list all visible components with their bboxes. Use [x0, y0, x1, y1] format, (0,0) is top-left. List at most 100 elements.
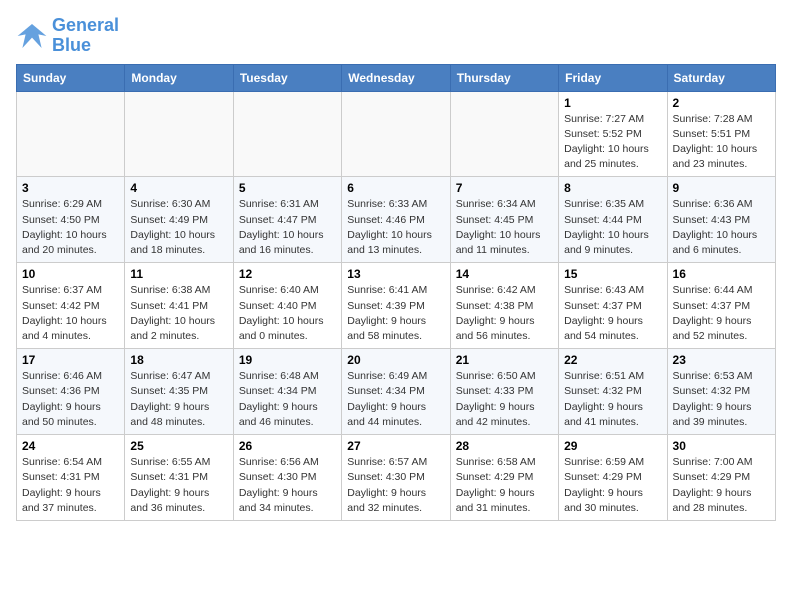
- day-number: 15: [564, 267, 661, 281]
- calendar-cell: 24 Sunrise: 6:54 AM Sunset: 4:31 PM Dayli…: [17, 435, 125, 521]
- week-row-3: 10 Sunrise: 6:37 AM Sunset: 4:42 PM Dayli…: [17, 263, 776, 349]
- weekday-header-saturday: Saturday: [667, 64, 775, 91]
- calendar-cell: 27 Sunrise: 6:57 AM Sunset: 4:30 PM Dayli…: [342, 435, 450, 521]
- weekday-header-sunday: Sunday: [17, 64, 125, 91]
- day-info: Sunrise: 6:42 AM Sunset: 4:38 PM Dayligh…: [456, 283, 553, 344]
- calendar-cell: 15Sunrise: 6:43 AM Sunset: 4:37 PM Dayli…: [559, 263, 667, 349]
- day-number: 11: [130, 267, 227, 281]
- calendar-cell: 1 Sunrise: 7:27 AM Sunset: 5:52 PM Daylig…: [559, 91, 667, 177]
- calendar-cell: 11 Sunrise: 6:38 AM Sunset: 4:41 PM Dayli…: [125, 263, 233, 349]
- calendar-cell: [17, 91, 125, 177]
- day-number: 8: [564, 181, 661, 195]
- calendar-cell: 13 Sunrise: 6:41 AM Sunset: 4:39 PM Dayli…: [342, 263, 450, 349]
- day-number: 13: [347, 267, 444, 281]
- day-number: 2: [673, 96, 770, 110]
- day-number: 5: [239, 181, 336, 195]
- calendar-body: 1 Sunrise: 7:27 AM Sunset: 5:52 PM Daylig…: [17, 91, 776, 520]
- day-number: 22: [564, 353, 661, 367]
- calendar-cell: 22 Sunrise: 6:51 AM Sunset: 4:32 PM Dayli…: [559, 349, 667, 435]
- calendar-cell: 29 Sunrise: 6:59 AM Sunset: 4:29 PM Dayli…: [559, 435, 667, 521]
- day-number: 23: [673, 353, 770, 367]
- weekday-header-monday: Monday: [125, 64, 233, 91]
- logo: General Blue: [16, 16, 119, 56]
- day-number: 18: [130, 353, 227, 367]
- calendar-cell: 6 Sunrise: 6:33 AM Sunset: 4:46 PM Daylig…: [342, 177, 450, 263]
- week-row-2: 3Sunrise: 6:29 AM Sunset: 4:50 PM Daylig…: [17, 177, 776, 263]
- day-info: Sunrise: 6:51 AM Sunset: 4:32 PM Dayligh…: [564, 369, 661, 430]
- week-row-5: 24 Sunrise: 6:54 AM Sunset: 4:31 PM Dayli…: [17, 435, 776, 521]
- day-number: 6: [347, 181, 444, 195]
- calendar-cell: 17 Sunrise: 6:46 AM Sunset: 4:36 PM Dayli…: [17, 349, 125, 435]
- day-info: Sunrise: 7:27 AM Sunset: 5:52 PM Dayligh…: [564, 112, 661, 173]
- day-number: 24: [22, 439, 119, 453]
- day-number: 20: [347, 353, 444, 367]
- calendar-cell: 23 Sunrise: 6:53 AM Sunset: 4:32 PM Dayli…: [667, 349, 775, 435]
- weekday-header-wednesday: Wednesday: [342, 64, 450, 91]
- weekday-header-tuesday: Tuesday: [233, 64, 341, 91]
- day-number: 12: [239, 267, 336, 281]
- calendar-cell: 26 Sunrise: 6:56 AM Sunset: 4:30 PM Dayli…: [233, 435, 341, 521]
- day-info: Sunrise: 6:34 AM Sunset: 4:45 PM Dayligh…: [456, 197, 553, 258]
- day-number: 4: [130, 181, 227, 195]
- day-info: Sunrise: 6:44 AM Sunset: 4:37 PM Dayligh…: [673, 283, 770, 344]
- calendar-cell: [233, 91, 341, 177]
- day-info: Sunrise: 6:37 AM Sunset: 4:42 PM Dayligh…: [22, 283, 119, 344]
- calendar-cell: 25 Sunrise: 6:55 AM Sunset: 4:31 PM Dayli…: [125, 435, 233, 521]
- day-info: Sunrise: 6:33 AM Sunset: 4:46 PM Dayligh…: [347, 197, 444, 258]
- calendar-cell: [342, 91, 450, 177]
- day-number: 27: [347, 439, 444, 453]
- day-number: 10: [22, 267, 119, 281]
- calendar-cell: 30 Sunrise: 7:00 AM Sunset: 4:29 PM Dayli…: [667, 435, 775, 521]
- calendar-cell: 8Sunrise: 6:35 AM Sunset: 4:44 PM Daylig…: [559, 177, 667, 263]
- calendar-cell: 4 Sunrise: 6:30 AM Sunset: 4:49 PM Daylig…: [125, 177, 233, 263]
- day-info: Sunrise: 6:53 AM Sunset: 4:32 PM Dayligh…: [673, 369, 770, 430]
- calendar-cell: 12 Sunrise: 6:40 AM Sunset: 4:40 PM Dayli…: [233, 263, 341, 349]
- calendar-cell: 5Sunrise: 6:31 AM Sunset: 4:47 PM Daylig…: [233, 177, 341, 263]
- day-number: 21: [456, 353, 553, 367]
- logo-text: General Blue: [52, 16, 119, 56]
- day-info: Sunrise: 7:28 AM Sunset: 5:51 PM Dayligh…: [673, 112, 770, 173]
- day-number: 19: [239, 353, 336, 367]
- day-info: Sunrise: 6:30 AM Sunset: 4:49 PM Dayligh…: [130, 197, 227, 258]
- day-info: Sunrise: 6:47 AM Sunset: 4:35 PM Dayligh…: [130, 369, 227, 430]
- page-header: General Blue: [16, 16, 776, 56]
- day-number: 29: [564, 439, 661, 453]
- day-number: 3: [22, 181, 119, 195]
- day-number: 30: [673, 439, 770, 453]
- calendar-cell: 21 Sunrise: 6:50 AM Sunset: 4:33 PM Dayli…: [450, 349, 558, 435]
- calendar-cell: 2 Sunrise: 7:28 AM Sunset: 5:51 PM Daylig…: [667, 91, 775, 177]
- day-number: 28: [456, 439, 553, 453]
- weekday-header-row: SundayMondayTuesdayWednesdayThursdayFrid…: [17, 64, 776, 91]
- calendar-cell: [125, 91, 233, 177]
- calendar-cell: 10 Sunrise: 6:37 AM Sunset: 4:42 PM Dayli…: [17, 263, 125, 349]
- day-info: Sunrise: 6:54 AM Sunset: 4:31 PM Dayligh…: [22, 455, 119, 516]
- calendar-cell: 20 Sunrise: 6:49 AM Sunset: 4:34 PM Dayli…: [342, 349, 450, 435]
- day-info: Sunrise: 6:55 AM Sunset: 4:31 PM Dayligh…: [130, 455, 227, 516]
- day-info: Sunrise: 6:56 AM Sunset: 4:30 PM Dayligh…: [239, 455, 336, 516]
- calendar-cell: 18 Sunrise: 6:47 AM Sunset: 4:35 PM Dayli…: [125, 349, 233, 435]
- day-info: Sunrise: 6:49 AM Sunset: 4:34 PM Dayligh…: [347, 369, 444, 430]
- weekday-header-friday: Friday: [559, 64, 667, 91]
- day-info: Sunrise: 6:41 AM Sunset: 4:39 PM Dayligh…: [347, 283, 444, 344]
- calendar-cell: 28Sunrise: 6:58 AM Sunset: 4:29 PM Dayli…: [450, 435, 558, 521]
- day-number: 14: [456, 267, 553, 281]
- day-info: Sunrise: 7:00 AM Sunset: 4:29 PM Dayligh…: [673, 455, 770, 516]
- day-info: Sunrise: 6:48 AM Sunset: 4:34 PM Dayligh…: [239, 369, 336, 430]
- day-info: Sunrise: 6:36 AM Sunset: 4:43 PM Dayligh…: [673, 197, 770, 258]
- day-info: Sunrise: 6:59 AM Sunset: 4:29 PM Dayligh…: [564, 455, 661, 516]
- calendar-cell: 7Sunrise: 6:34 AM Sunset: 4:45 PM Daylig…: [450, 177, 558, 263]
- day-number: 26: [239, 439, 336, 453]
- calendar-table: SundayMondayTuesdayWednesdayThursdayFrid…: [16, 64, 776, 521]
- calendar-cell: [450, 91, 558, 177]
- calendar-cell: 16Sunrise: 6:44 AM Sunset: 4:37 PM Dayli…: [667, 263, 775, 349]
- day-number: 25: [130, 439, 227, 453]
- day-info: Sunrise: 6:50 AM Sunset: 4:33 PM Dayligh…: [456, 369, 553, 430]
- day-info: Sunrise: 6:46 AM Sunset: 4:36 PM Dayligh…: [22, 369, 119, 430]
- day-number: 9: [673, 181, 770, 195]
- day-info: Sunrise: 6:57 AM Sunset: 4:30 PM Dayligh…: [347, 455, 444, 516]
- day-number: 17: [22, 353, 119, 367]
- weekday-header-thursday: Thursday: [450, 64, 558, 91]
- day-info: Sunrise: 6:38 AM Sunset: 4:41 PM Dayligh…: [130, 283, 227, 344]
- day-info: Sunrise: 6:40 AM Sunset: 4:40 PM Dayligh…: [239, 283, 336, 344]
- day-number: 1: [564, 96, 661, 110]
